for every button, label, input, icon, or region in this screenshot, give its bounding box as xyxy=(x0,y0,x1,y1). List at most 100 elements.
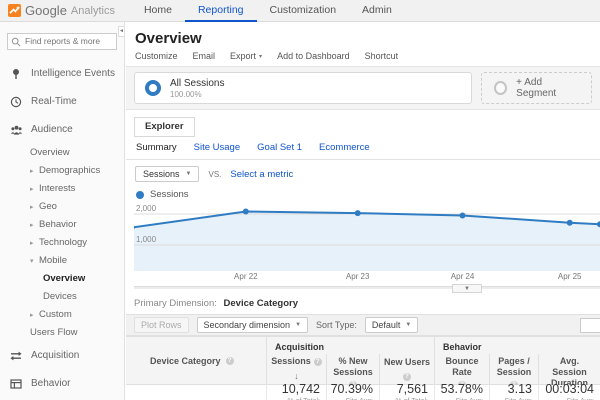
column-header-device-category[interactable]: Device Category? xyxy=(126,336,266,385)
table-search-input[interactable] xyxy=(580,318,600,333)
sidebar-item-mobile[interactable]: ▾ Mobile xyxy=(0,252,124,270)
sidebar-item-real-time[interactable]: Real-Time xyxy=(0,88,124,116)
x-axis-tick: Apr 22 xyxy=(234,272,258,281)
data-point[interactable] xyxy=(459,212,466,219)
chart-legend: Sessions xyxy=(126,182,600,203)
column-header-bounce-rate[interactable]: Bounce Rate? xyxy=(434,354,489,389)
sessions-line-chart[interactable]: 2,000 1,000 xyxy=(134,203,600,271)
add-segment-button[interactable]: + Add Segment xyxy=(481,72,592,104)
segment-all-sessions[interactable]: All Sessions 100.00% xyxy=(134,72,472,104)
primary-dimension-device-category[interactable]: Device Category xyxy=(224,298,298,309)
explorer-tab-row: Explorer xyxy=(126,110,600,137)
topnav-item-admin[interactable]: Admin xyxy=(349,0,405,22)
column-header-label: Pages / Session xyxy=(496,356,532,377)
sidebar-item-custom[interactable]: ▸ Custom xyxy=(0,306,124,324)
sidebar-item-intelligence-events[interactable]: Intelligence Events xyxy=(0,60,124,88)
chevron-down-icon: ▼ xyxy=(405,322,412,328)
column-group-acquisition: Acquisition xyxy=(266,336,434,354)
sidebar-item-geo[interactable]: ▸ Geo xyxy=(0,198,124,216)
logo-analytics-text: Analytics xyxy=(70,4,115,17)
intelligence-events-icon xyxy=(10,68,23,80)
data-point[interactable] xyxy=(242,208,249,215)
sidebar-item-overview[interactable]: Overview xyxy=(0,270,124,288)
search-icon xyxy=(11,34,21,52)
column-header-new-sessions[interactable]: % New Sessions? xyxy=(326,354,379,389)
sidebar: Intelligence Events Real-Time Audience Over… xyxy=(0,22,125,400)
action-label: Shortcut xyxy=(364,51,399,61)
device-category-table: Device Category? Acquisition Behavior Sessi… xyxy=(126,336,600,400)
search-input[interactable] xyxy=(7,32,117,50)
sidebar-item-behavior[interactable]: ▸ Behavior xyxy=(0,216,124,234)
chevron-right-icon: ▸ xyxy=(30,311,34,319)
sidebar-item-demographics[interactable]: ▸ Demographics xyxy=(0,162,124,180)
topnav-item-home[interactable]: Home xyxy=(131,0,185,22)
subtab-ecommerce[interactable]: Ecommerce xyxy=(319,142,370,153)
help-icon[interactable]: ? xyxy=(403,372,411,381)
action-export[interactable]: Export ▾ xyxy=(230,51,262,61)
secondary-dimension-button[interactable]: Secondary dimension ▼ xyxy=(196,317,309,333)
column-header-avg-session-duration[interactable]: Avg. Session Duration? xyxy=(538,354,600,400)
sidebar-item-behavior[interactable]: Behavior xyxy=(0,370,124,398)
analytics-logo-icon xyxy=(8,4,21,17)
data-point[interactable] xyxy=(566,219,573,226)
select-metric-link[interactable]: Select a metric xyxy=(230,169,293,180)
totals-cell-pages-session: 3.13Site Avg: 3.13(0.00%) xyxy=(489,382,538,400)
x-axis-tick: Apr 25 xyxy=(557,272,582,281)
column-group-behavior: Behavior xyxy=(434,336,600,354)
totals-cell-avg-session-duration: 00:03:04Site Avg: 00:03:04(0.00%) xyxy=(538,382,600,400)
sidebar-item-interests[interactable]: ▸ Interests xyxy=(0,180,124,198)
sidebar-item-technology[interactable]: ▸ Technology xyxy=(0,234,124,252)
chevron-right-icon: ▸ xyxy=(30,239,34,247)
sidebar-item-devices[interactable]: Devices xyxy=(0,288,124,306)
sort-type-label: Sort Type: xyxy=(316,320,357,330)
help-icon[interactable]: ? xyxy=(225,356,234,365)
totals-cell-new-sessions: 70.39%Site Avg: 70.23%(0.23%) xyxy=(326,382,379,400)
chevron-down-icon: ▼ xyxy=(185,171,192,177)
vs-label: vs. xyxy=(208,169,222,179)
sidebar-item-audience[interactable]: Audience xyxy=(0,116,124,144)
google-analytics-logo[interactable]: Google Analytics xyxy=(8,3,115,18)
subtab-site-usage[interactable]: Site Usage xyxy=(194,142,240,153)
column-header-pages-session[interactable]: Pages / Session? xyxy=(489,354,538,389)
column-header-sessions[interactable]: Sessions? ↓ xyxy=(266,354,326,385)
secondary-dimension-label: Secondary dimension xyxy=(203,320,291,330)
action-customize[interactable]: Customize xyxy=(135,51,178,61)
segment-band: All Sessions 100.00% + Add Segment xyxy=(126,66,600,110)
tab-explorer[interactable]: Explorer xyxy=(134,117,195,137)
action-shortcut[interactable]: Shortcut xyxy=(365,51,399,61)
plot-rows-button[interactable]: Plot Rows xyxy=(134,317,189,333)
action-label: Email xyxy=(192,51,216,61)
sidebar-item-label: Users Flow xyxy=(30,327,78,338)
column-header-label: Bounce Rate xyxy=(445,356,479,377)
metric-selector-button[interactable]: Sessions ▼ xyxy=(135,166,200,182)
chart-collapse-handle[interactable]: ▼ xyxy=(452,284,482,293)
subtab-goal-set-1[interactable]: Goal Set 1 xyxy=(257,142,302,153)
action-add-to-dashboard[interactable]: Add to Dashboard xyxy=(277,51,350,61)
data-point[interactable] xyxy=(354,210,361,217)
primary-dimension-bar: Primary Dimension: Device Category xyxy=(126,293,600,314)
sidebar-item-overview[interactable]: Overview xyxy=(0,144,124,162)
sidebar-item-label: Behavior xyxy=(31,378,71,389)
subtab-summary[interactable]: Summary xyxy=(136,142,177,153)
sidebar-collapse-handle[interactable]: ◄ xyxy=(118,26,124,37)
table-toolbar: Plot Rows Secondary dimension ▼ Sort Typ… xyxy=(126,314,600,336)
sidebar-item-acquisition[interactable]: Acquisition xyxy=(0,342,124,370)
sidebar-item-label: Intelligence Events xyxy=(31,68,115,79)
real-time-icon xyxy=(10,96,23,108)
sidebar-item-label: Mobile xyxy=(39,255,67,266)
help-icon[interactable]: ? xyxy=(313,357,322,366)
google-analytics-app: Google Analytics Home Reporting Customizat… xyxy=(0,0,600,400)
chart-timeline-strip: ▼ xyxy=(134,284,600,293)
sort-type-button[interactable]: Default ▼ xyxy=(364,317,419,333)
x-axis-tick: Apr 23 xyxy=(345,272,370,281)
timeline-bar xyxy=(134,286,600,289)
topnav-item-reporting[interactable]: Reporting xyxy=(184,0,257,22)
topnav-item-customization[interactable]: Customization xyxy=(257,0,350,22)
topnav-items: Home Reporting Customization Admin xyxy=(131,0,405,22)
action-email[interactable]: Email xyxy=(193,51,216,61)
chart-canvas xyxy=(134,208,600,271)
column-header-new-users[interactable]: New Users? xyxy=(379,354,434,385)
report-actions-bar: Customize Email Export ▾ Add to Dashboard Sho… xyxy=(126,48,600,66)
top-navigation-bar: Google Analytics Home Reporting Customizat… xyxy=(0,0,600,22)
sidebar-item-users-flow[interactable]: Users Flow xyxy=(0,324,124,342)
